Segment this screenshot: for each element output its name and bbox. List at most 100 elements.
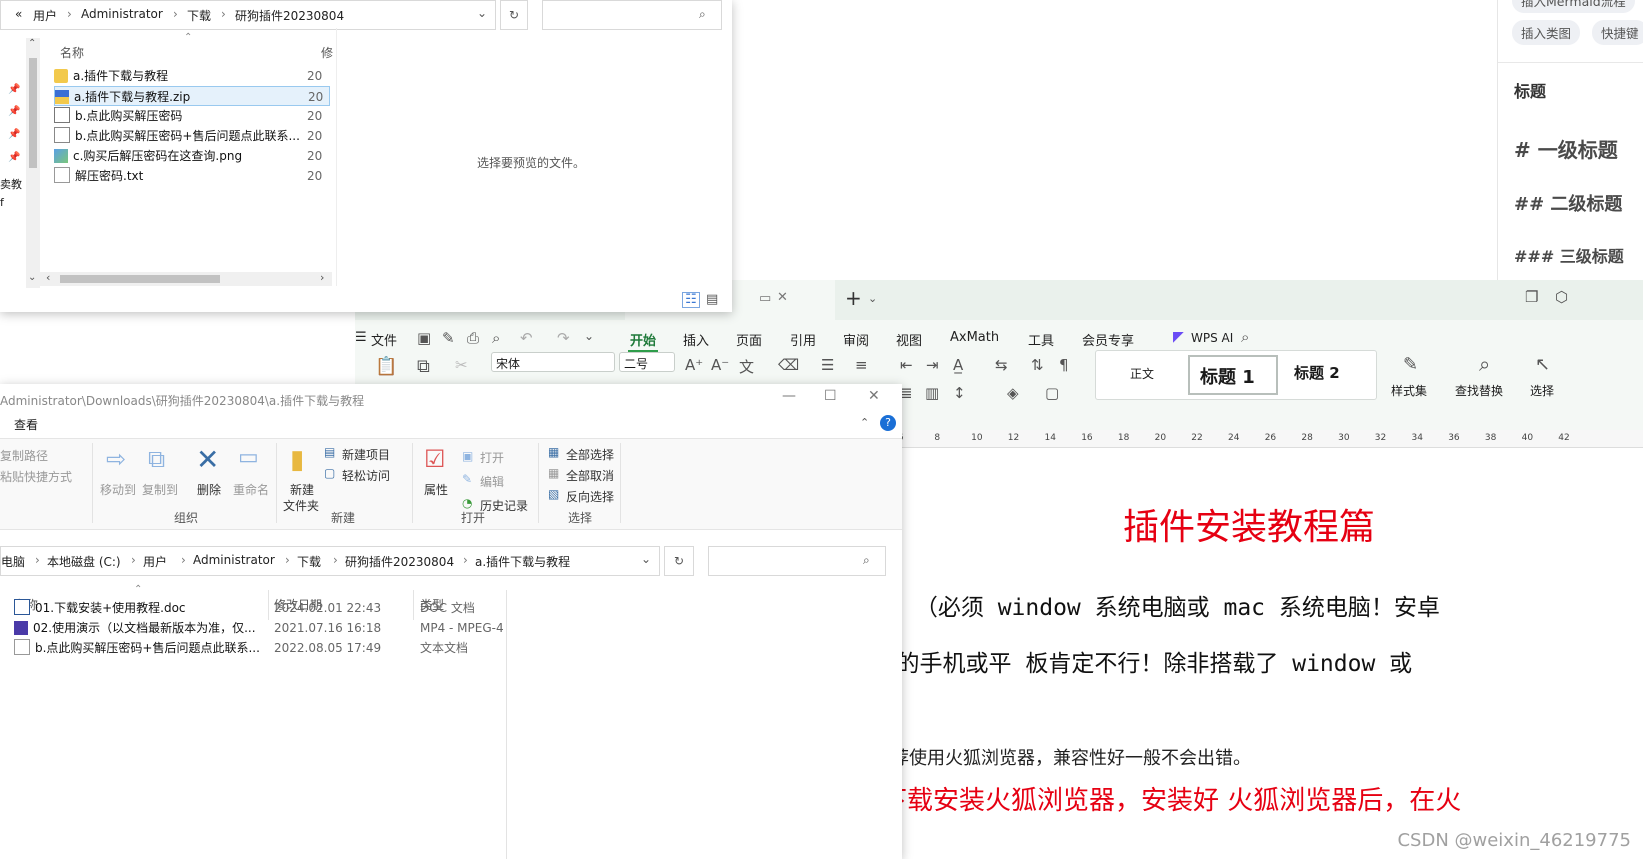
search-icon[interactable]: ⌕ [1479, 352, 1490, 376]
nav-item-partial[interactable]: 卖教 [0, 176, 22, 192]
line-spacing-icon[interactable]: ↕ [953, 384, 966, 402]
move-to-button[interactable]: 移动到 [100, 481, 136, 498]
format-painter-icon[interactable]: ⧉ [417, 356, 430, 377]
address-bar[interactable]: « 用户 › Administrator › 下载 › 研狗插件20230804… [0, 0, 496, 30]
shortcut-chip[interactable]: 快捷键 [1592, 20, 1643, 45]
search-input[interactable]: ⌕ [708, 546, 886, 576]
phonetic-icon[interactable]: 文 [739, 356, 754, 377]
breadcrumb-item[interactable]: Administrator [193, 553, 275, 567]
scroll-thumb[interactable] [29, 58, 37, 168]
breadcrumb-item[interactable]: a.插件下载与教程 [475, 553, 570, 570]
select-cursor-icon[interactable]: ↖ [1535, 354, 1550, 375]
font-name-select[interactable]: 宋体 [491, 352, 615, 372]
breadcrumb-downloads[interactable]: 下载 [187, 7, 211, 24]
properties-button[interactable]: 属性 [424, 481, 448, 498]
list-item[interactable]: 解压密码.txt 20 [54, 166, 330, 186]
list-item[interactable]: a.插件下载与教程 20 [54, 66, 330, 86]
menu-home[interactable]: 开始 [630, 330, 656, 349]
scroll-left-icon[interactable]: ‹ [46, 271, 50, 284]
print-preview-icon[interactable]: ⌕ [492, 329, 500, 347]
cut-icon[interactable]: ✂ [455, 356, 468, 374]
history-button[interactable]: 历史记录 [480, 497, 528, 514]
menu-file-icon[interactable]: ☰ [355, 330, 367, 345]
bullets-icon[interactable]: ☰ [821, 356, 834, 374]
text-direction-icon[interactable]: ⇆ [995, 356, 1008, 374]
menu-axmath[interactable]: AxMath [950, 330, 999, 345]
decrease-indent-icon[interactable]: ⇤ [900, 356, 913, 374]
sort-icon[interactable]: ⇅ [1031, 356, 1044, 374]
large-icons-view-icon[interactable]: ▤ [706, 292, 718, 307]
chevron-down-icon[interactable]: ⌄ [477, 6, 487, 20]
breadcrumb-overflow[interactable]: « [15, 7, 22, 21]
increase-indent-icon[interactable]: ⇥ [926, 356, 939, 374]
font-size-select[interactable]: 二号 [619, 352, 675, 372]
tab-window-icon[interactable]: ▭ [759, 291, 771, 306]
style-heading1-box[interactable]: 标题 1 [1188, 355, 1278, 395]
select-none-button[interactable]: 全部取消 [566, 467, 614, 484]
horizontal-scrollbar[interactable]: ‹ › [40, 271, 332, 286]
show-marks-icon[interactable]: ¶ [1059, 356, 1069, 374]
char-format-icon[interactable]: A̲ [953, 356, 963, 374]
scroll-up-icon[interactable]: ⌃ [28, 38, 36, 49]
insert-class-diagram-chip[interactable]: 插入类图 [1512, 20, 1581, 45]
breadcrumb-users[interactable]: 用户 [33, 7, 57, 24]
column-header-modified[interactable]: 修 [321, 44, 333, 61]
document-page[interactable]: 插件安装教程篇 步： （必须 window 系统电脑或 mac 系统电脑！安卓 … [855, 448, 1643, 859]
new-item-button[interactable]: 新建项目 [342, 446, 390, 463]
distribute-icon[interactable]: ▥ [925, 384, 939, 402]
brush-icon[interactable]: ✎ [442, 329, 455, 347]
collapse-ribbon-icon[interactable]: ⌃ [860, 416, 869, 429]
h3-sample[interactable]: ### 三级标题 [1514, 243, 1624, 267]
clear-format-icon[interactable]: ⌫ [778, 356, 799, 374]
undo-icon[interactable]: ↶ [520, 329, 533, 347]
easy-access-button[interactable]: 轻松访问 [342, 467, 390, 484]
scroll-right-icon[interactable]: › [320, 271, 324, 284]
menu-references[interactable]: 引用 [790, 330, 816, 349]
menu-member[interactable]: 会员专享 [1082, 330, 1134, 349]
save-icon[interactable]: ▣ [417, 329, 431, 347]
numbering-icon[interactable]: ≡ [855, 356, 868, 374]
new-folder-button[interactable]: 新建 [290, 481, 314, 498]
breadcrumb-item[interactable]: 下载 [297, 553, 321, 570]
help-icon[interactable]: ? [880, 415, 896, 431]
list-item[interactable]: a.插件下载与教程.zip 20 [54, 86, 330, 106]
nav-item-partial[interactable]: f [0, 196, 4, 209]
details-view-icon[interactable]: ☷ [682, 292, 700, 308]
borders-icon[interactable]: ▢ [1045, 384, 1059, 402]
table-row[interactable]: 02.使用演示（以文档最新版本为准，仅... 2021.07.16 16:18 MP… [14, 618, 504, 638]
breadcrumb-item[interactable]: 用户 [143, 553, 167, 570]
table-row[interactable]: 01.下载安装+使用教程.doc 2024.02.01 22:43 DOC 文档 [14, 598, 504, 618]
menu-review[interactable]: 审阅 [843, 330, 869, 349]
new-tab-plus-icon[interactable]: + [845, 286, 862, 310]
delete-button[interactable]: 删除 [197, 481, 221, 498]
list-item[interactable]: b.点此购买解压密码 20 [54, 106, 330, 126]
breadcrumb-item[interactable]: 本地磁盘 (C:) [47, 553, 121, 570]
menu-view[interactable]: 视图 [896, 330, 922, 349]
search-input[interactable]: ⌕ [542, 0, 722, 30]
tab-view[interactable]: 查看 [14, 416, 38, 433]
shrink-font-icon[interactable]: A⁻ [711, 356, 729, 374]
select-label[interactable]: 选择 [1530, 382, 1554, 399]
style-normal[interactable]: 正文 [1130, 365, 1154, 382]
close-icon[interactable]: ✕ [868, 388, 880, 404]
style-set-icon[interactable]: ✎ [1403, 354, 1418, 375]
breadcrumb-item[interactable]: 电脑 [1, 553, 25, 570]
h2-sample[interactable]: ## 二级标题 [1514, 190, 1622, 216]
scroll-thumb[interactable] [60, 275, 220, 283]
style-set-label[interactable]: 样式集 [1391, 382, 1427, 399]
scroll-down-icon[interactable]: ⌄ [28, 272, 36, 283]
rename-button[interactable]: 重命名 [233, 481, 269, 498]
breadcrumb-folder[interactable]: 研狗插件20230804 [235, 7, 344, 24]
find-replace-label[interactable]: 查找替换 [1455, 382, 1503, 399]
copy-path-button[interactable]: 复制路径 [0, 447, 48, 464]
shading-icon[interactable]: ◈ [1007, 384, 1019, 402]
h1-sample[interactable]: # 一级标题 [1514, 134, 1618, 163]
breadcrumb-item[interactable]: 研狗插件20230804 [345, 553, 454, 570]
paste-icon[interactable]: 📋 [375, 356, 397, 377]
menu-tools[interactable]: 工具 [1028, 330, 1054, 349]
select-all-button[interactable]: 全部选择 [566, 446, 614, 463]
print-icon[interactable]: ⎙ [467, 329, 479, 347]
close-icon[interactable]: ✕ [777, 290, 788, 305]
maximize-icon[interactable]: ☐ [824, 388, 837, 404]
chevron-down-icon[interactable]: ⌄ [868, 292, 877, 305]
